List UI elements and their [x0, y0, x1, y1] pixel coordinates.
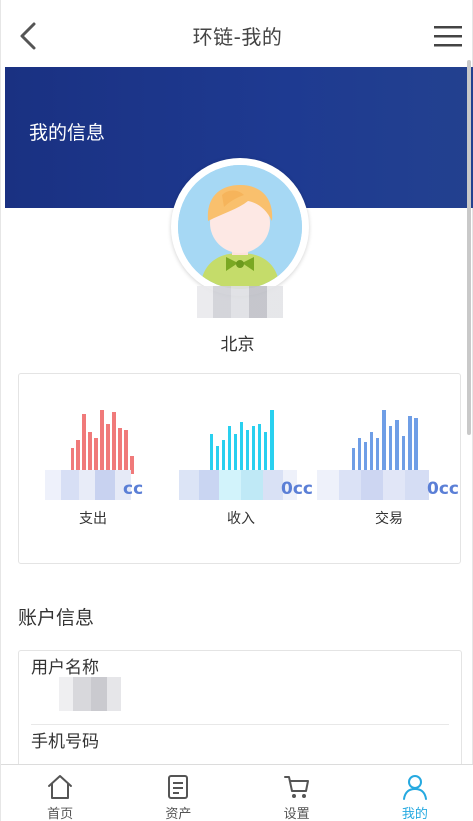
account-card: 用户名称 手机号码 [18, 650, 462, 780]
expense-suffix: cc [123, 479, 144, 499]
avatar[interactable] [178, 165, 302, 289]
bar-chart-icon [352, 410, 418, 474]
stat-expense[interactable]: cc 支出 [19, 374, 167, 564]
phone-label: 手机号码 [31, 732, 99, 752]
tab-home[interactable]: 首页 [1, 765, 119, 821]
stats-card: cc 支出 0cc 收入 0cc 交易 [18, 373, 461, 564]
banner-title: 我的信息 [29, 122, 106, 144]
phone-screen: 环链-我的 我的信息 北京 cc 支出 0cc 收入 0cc 交易 账户信息 用… [0, 0, 473, 821]
hamburger-menu-icon[interactable] [432, 22, 464, 50]
chevron-left-icon[interactable] [13, 20, 45, 52]
expense-label: 支出 [79, 511, 107, 527]
blurred-username-value [59, 677, 121, 711]
cart-icon [283, 776, 309, 798]
document-icon [168, 775, 189, 799]
city-label: 北京 [220, 335, 255, 355]
income-suffix: 0cc [281, 479, 313, 499]
tab-mine[interactable]: 我的 [356, 765, 473, 821]
page-title: 环链-我的 [192, 25, 283, 49]
bar-chart-icon [210, 410, 274, 474]
top-nav-bar: 环链-我的 [5, 4, 470, 67]
user-icon [402, 775, 427, 800]
blurred-expense-value [45, 470, 131, 500]
transaction-suffix: 0cc [427, 479, 459, 499]
blurred-income-value [179, 470, 297, 500]
tab-assets-label: 资产 [165, 807, 192, 821]
transaction-label: 交易 [375, 511, 403, 527]
divider [31, 724, 449, 725]
tab-assets[interactable]: 资产 [119, 765, 237, 821]
bottom-tab-bar: 首页 资产 设置 我的 [1, 764, 473, 821]
tab-home-label: 首页 [47, 807, 74, 821]
tab-mine-label: 我的 [401, 807, 428, 821]
tab-settings[interactable]: 设置 [238, 765, 356, 821]
username-label: 用户名称 [31, 658, 99, 678]
account-section-title: 账户信息 [18, 607, 95, 629]
scrollbar[interactable] [467, 60, 471, 435]
home-icon [48, 775, 73, 799]
bar-chart-icon [71, 410, 134, 474]
blurred-username [197, 286, 283, 318]
tab-settings-label: 设置 [283, 807, 310, 821]
avatar-illustration [178, 165, 302, 289]
income-label: 收入 [227, 511, 255, 527]
stat-transaction[interactable]: 0cc 交易 [315, 374, 463, 564]
blurred-transaction-value [317, 470, 429, 500]
stat-income[interactable]: 0cc 收入 [167, 374, 315, 564]
